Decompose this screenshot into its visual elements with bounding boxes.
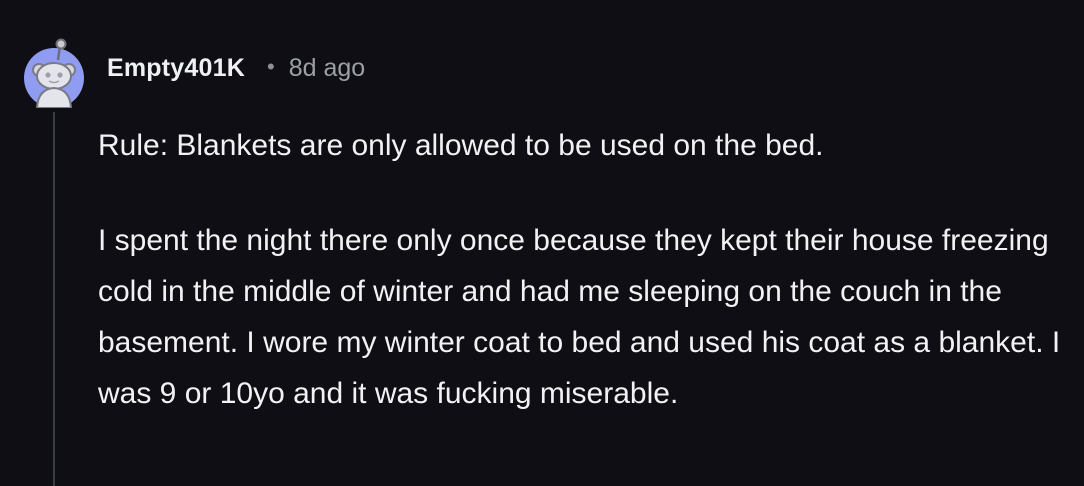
separator-dot: • [266,54,275,79]
comment-thread-line[interactable] [53,112,55,486]
avatar[interactable] [24,26,84,109]
comment-paragraph: I spent the night there only once becaus… [98,224,1061,410]
username-link[interactable]: Empty401K [107,54,245,83]
comment-paragraph: Rule: Blankets are only allowed to be us… [98,129,824,162]
comment-timestamp[interactable]: 8d ago [289,54,365,83]
comment-header: Empty401K • 8d ago [107,50,365,86]
snoo-avatar-icon [24,38,84,109]
comment-body: Rule: Blankets are only allowed to be us… [98,120,1063,419]
